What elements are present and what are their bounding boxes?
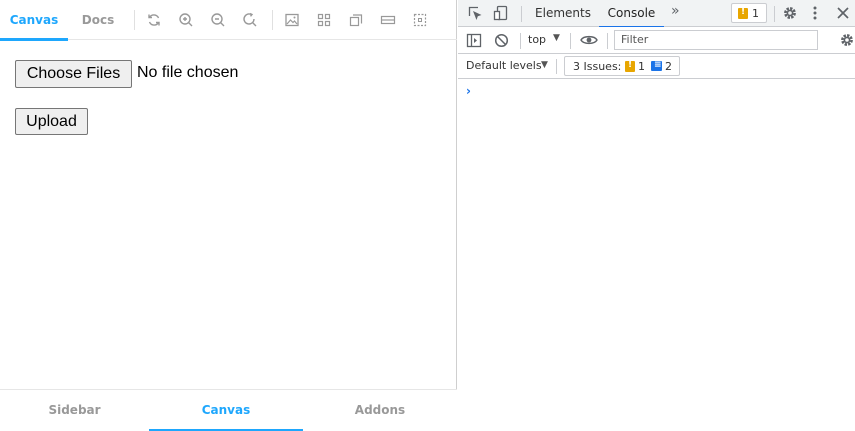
storybook-preview: Canvas Docs Choose Files No file chosen … — [0, 0, 457, 431]
tab-divider — [521, 6, 522, 22]
warnings-badge[interactable]: ! 1 — [731, 3, 767, 23]
issues-warning-count: 1 — [638, 60, 645, 73]
warning-flag-icon: ! — [738, 7, 748, 19]
settings-gear-icon[interactable] — [782, 5, 798, 21]
devtools-tab-bar: Elements Console » ! 1 — [458, 0, 855, 28]
story-canvas — [0, 41, 457, 389]
storybook-toolbar: Canvas Docs — [0, 0, 457, 41]
more-options-icon[interactable] — [811, 5, 819, 21]
zoom-out-icon[interactable] — [210, 12, 226, 28]
live-expression-eye-icon[interactable] — [580, 34, 598, 46]
inspect-element-icon[interactable] — [467, 5, 483, 21]
clear-console-icon[interactable] — [494, 33, 509, 48]
more-tabs-icon[interactable]: » — [671, 3, 680, 19]
tab-canvas[interactable]: Canvas — [0, 0, 68, 41]
console-toolbar: top ▼ Filter — [458, 27, 855, 54]
show-sidebar-icon[interactable] — [466, 33, 482, 48]
filter-input[interactable]: Filter — [614, 30, 818, 50]
file-status-text: No file chosen — [137, 64, 239, 81]
tab-elements[interactable]: Elements — [530, 0, 596, 27]
tab-docs[interactable]: Docs — [70, 0, 126, 40]
bottom-tab-addons[interactable]: Addons — [303, 390, 457, 431]
measure-icon[interactable] — [380, 12, 396, 28]
chevron-down-icon: ▼ — [541, 60, 548, 70]
device-toolbar-icon[interactable] — [493, 5, 509, 21]
issue-info-icon: ≡ — [651, 60, 662, 71]
log-levels-select[interactable]: Default levels — [466, 59, 542, 72]
issues-label: 3 Issues: — [573, 60, 622, 73]
grid-icon[interactable] — [316, 12, 332, 28]
bottom-tab-sidebar[interactable]: Sidebar — [0, 390, 149, 431]
console-prompt-icon[interactable]: › — [466, 84, 471, 98]
toolbar-divider — [520, 33, 521, 49]
bottom-navigation: Sidebar Canvas Addons — [0, 389, 457, 431]
console-filter-bar: Default levels ▼ 3 Issues: ! 1 ≡ 2 — [458, 54, 855, 79]
toolbar-divider — [607, 33, 608, 49]
background-icon[interactable] — [284, 12, 300, 28]
issue-warning-icon: ! — [625, 60, 635, 72]
context-select[interactable]: top — [528, 33, 546, 46]
reload-icon[interactable] — [146, 12, 162, 28]
upload-button[interactable]: Upload — [15, 108, 88, 135]
zoom-in-icon[interactable] — [178, 12, 194, 28]
toolbar-divider — [134, 10, 135, 30]
console-settings-gear-icon[interactable] — [839, 32, 855, 48]
warning-count: 1 — [752, 7, 759, 20]
outline-icon[interactable] — [412, 12, 428, 28]
tab-divider — [774, 6, 775, 22]
close-icon[interactable] — [836, 6, 850, 20]
toolbar-divider — [556, 59, 557, 74]
console-output[interactable]: › — [458, 80, 855, 431]
choose-files-button[interactable]: Choose Files — [15, 60, 132, 88]
toolbar-divider — [570, 33, 571, 49]
bottom-tab-canvas[interactable]: Canvas — [149, 390, 303, 431]
toolbar-divider — [272, 10, 273, 30]
devtools-panel: Elements Console » ! 1 top ▼ Filter Defa… — [458, 0, 855, 431]
chevron-down-icon: ▼ — [553, 33, 560, 43]
zoom-reset-icon[interactable] — [242, 12, 258, 28]
tab-console[interactable]: Console — [599, 0, 664, 28]
issues-info-count: 2 — [665, 60, 672, 73]
viewport-icon[interactable] — [348, 12, 364, 28]
issues-button[interactable]: 3 Issues: ! 1 ≡ 2 — [564, 56, 680, 76]
